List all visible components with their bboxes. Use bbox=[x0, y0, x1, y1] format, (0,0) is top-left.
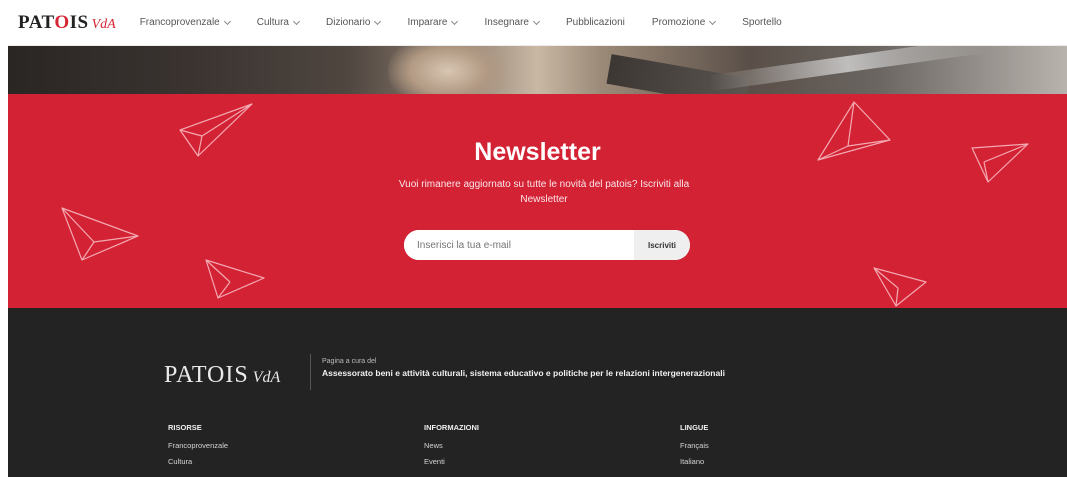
logo-wordmark: PATOIS bbox=[18, 11, 89, 33]
paper-plane-icon bbox=[61, 207, 139, 261]
hero-image bbox=[8, 46, 1067, 94]
footer-column-title: LINGUE bbox=[680, 423, 709, 432]
nav-label: Pubblicazioni bbox=[565, 17, 625, 28]
footer-link-francoprovenzale[interactable]: Francoprovenzale bbox=[168, 441, 228, 450]
subscribe-button[interactable]: Iscriviti bbox=[634, 230, 690, 260]
nav-item-cultura[interactable]: Cultura bbox=[256, 17, 301, 28]
nav-item-francoprovenzale[interactable]: Francoprovenzale bbox=[139, 17, 231, 28]
footer-column-lingue: LINGUE Français Italiano bbox=[680, 423, 709, 473]
nav-label: Imparare bbox=[407, 17, 448, 28]
chevron-down-icon bbox=[374, 17, 382, 25]
organization-name: Assessorato beni e attività culturali, s… bbox=[322, 368, 725, 378]
nav-item-imparare[interactable]: Imparare bbox=[407, 17, 459, 28]
nav-item-sportello[interactable]: Sportello bbox=[742, 17, 781, 28]
newsletter-subtitle: Vuoi rimanere aggiornato su tutte le nov… bbox=[398, 179, 690, 205]
footer-logo-wordmark: PATOIS bbox=[164, 362, 249, 388]
chevron-down-icon bbox=[532, 17, 541, 25]
footer-link-eventi[interactable]: Eventi bbox=[424, 457, 479, 466]
nav-item-promozione[interactable]: Promozione bbox=[651, 17, 717, 28]
footer-link-francais[interactable]: Français bbox=[680, 441, 709, 450]
nav-label: Promozione bbox=[651, 17, 706, 28]
nav-label: Cultura bbox=[256, 17, 289, 28]
curated-by-label: Pagina a cura del bbox=[322, 358, 377, 365]
nav-item-insegnare[interactable]: Insegnare bbox=[484, 17, 541, 28]
top-navbar: PATOIS VdA Francoprovenzale Cultura Dizi… bbox=[8, 0, 1067, 46]
nav-label: Francoprovenzale bbox=[139, 17, 220, 28]
nav-label: Sportello bbox=[742, 17, 782, 28]
footer-divider bbox=[310, 354, 311, 390]
nav-label: Dizionario bbox=[326, 17, 371, 28]
newsletter-section: Newsletter Vuoi rimanere aggiornato su t… bbox=[8, 94, 1067, 308]
footer-logo-subtitle: VdA bbox=[252, 369, 281, 386]
footer-column-risorse: RISORSE Francoprovenzale Cultura bbox=[168, 423, 228, 473]
chevron-down-icon bbox=[223, 17, 231, 25]
paper-plane-icon bbox=[205, 259, 265, 299]
footer-link-news[interactable]: News bbox=[424, 441, 479, 450]
footer-credits: Pagina a cura del Assessorato beni e att… bbox=[322, 358, 725, 378]
footer-column-title: RISORSE bbox=[168, 423, 202, 432]
nav-item-pubblicazioni[interactable]: Pubblicazioni bbox=[566, 17, 625, 28]
footer-link-cultura[interactable]: Cultura bbox=[168, 457, 228, 466]
newsletter-title: Newsletter bbox=[474, 138, 601, 166]
nav-label: Insegnare bbox=[484, 17, 529, 28]
footer-logo[interactable]: PATOIS VdA bbox=[164, 362, 280, 389]
chevron-down-icon bbox=[709, 17, 717, 25]
site-logo[interactable]: PATOIS VdA bbox=[18, 12, 116, 34]
footer-column-title: INFORMAZIONI bbox=[424, 423, 479, 432]
footer-link-italiano[interactable]: Italiano bbox=[680, 457, 709, 466]
nav-item-dizionario[interactable]: Dizionario bbox=[326, 17, 382, 28]
logo-subtitle: VdA bbox=[91, 16, 116, 32]
chevron-down-icon bbox=[451, 17, 459, 25]
newsletter-form: Iscriviti bbox=[404, 230, 690, 260]
email-input[interactable] bbox=[404, 230, 634, 260]
chevron-down-icon bbox=[292, 17, 301, 25]
footer-column-informazioni: INFORMAZIONI News Eventi bbox=[424, 423, 479, 473]
paper-plane-icon bbox=[873, 267, 927, 307]
site-footer: PATOIS VdA Pagina a cura del Assessorato… bbox=[8, 308, 1067, 477]
